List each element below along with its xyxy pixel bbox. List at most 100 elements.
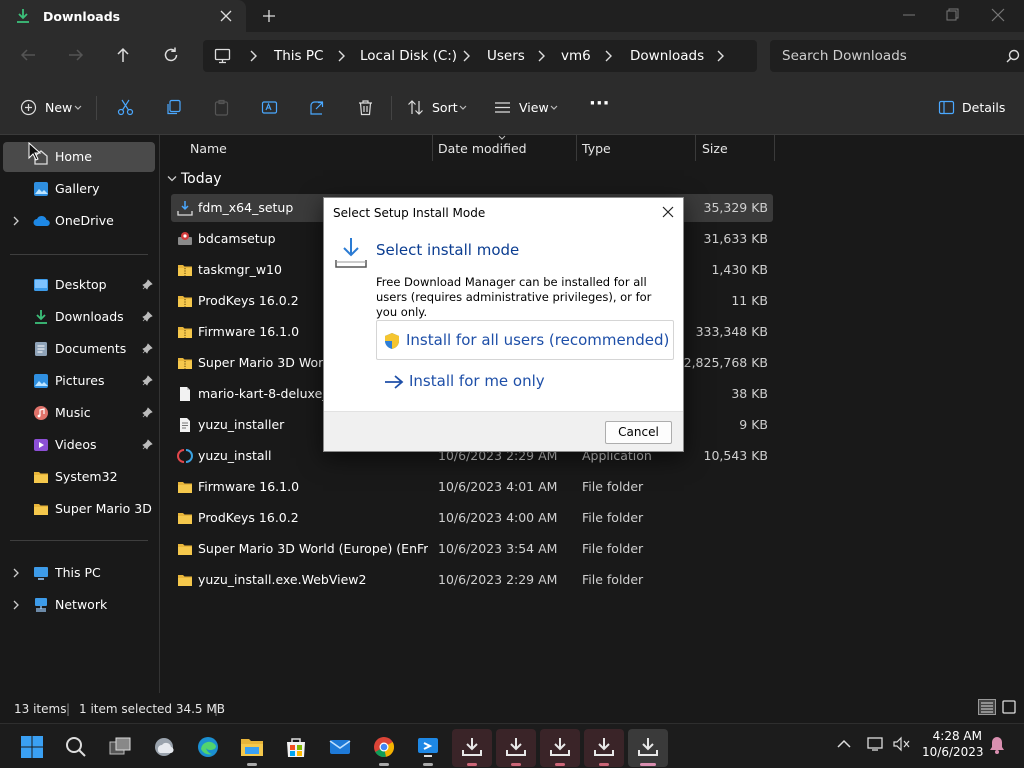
new-button[interactable]: New — [45, 100, 72, 115]
large-icons-view-icon[interactable] — [1001, 699, 1017, 715]
minimize-icon[interactable] — [902, 8, 916, 22]
sidebar-item-downloads[interactable]: Downloads — [3, 302, 155, 332]
sidebar-item-system32[interactable]: System32 — [3, 462, 155, 492]
close-tab-icon[interactable] — [218, 8, 234, 24]
microsoft-store-icon[interactable] — [276, 729, 316, 767]
copy-icon[interactable] — [165, 99, 182, 116]
running-indicator — [511, 763, 521, 766]
cut-icon[interactable] — [117, 99, 134, 116]
cancel-button[interactable]: Cancel — [605, 421, 672, 444]
table-row[interactable]: yuzu_install.exe.WebView2 10/6/2023 2:29 … — [171, 566, 773, 594]
column-separator[interactable] — [695, 135, 696, 161]
remote-desktop-icon[interactable] — [408, 729, 448, 767]
clock-time[interactable]: 4:28 AM — [926, 729, 982, 743]
search-taskbar-icon[interactable] — [56, 729, 96, 767]
taskbar-installer-2[interactable] — [496, 729, 536, 767]
mail-icon[interactable] — [320, 729, 360, 767]
notification-bell-icon[interactable] — [989, 736, 1005, 754]
task-view-icon[interactable] — [100, 729, 140, 767]
chevron-right-icon[interactable] — [12, 600, 20, 610]
rename-icon[interactable] — [261, 99, 278, 116]
breadcrumb-local-disk[interactable]: Local Disk (C:) — [360, 48, 457, 64]
details-button[interactable]: Details — [962, 100, 1005, 115]
file-explorer-icon[interactable] — [232, 729, 272, 767]
dialog-heading: Select install mode — [376, 241, 520, 259]
forward-arrow-icon[interactable] — [67, 46, 85, 64]
sidebar-item-home[interactable]: Home — [3, 142, 155, 172]
taskbar: 4:28 AM 10/6/2023 — [0, 723, 1024, 768]
address-bar[interactable]: This PC Local Disk (C:) Users vm6 Downlo… — [203, 40, 757, 72]
breadcrumb-users[interactable]: Users — [487, 48, 525, 64]
column-header-name[interactable]: Name — [190, 141, 227, 156]
sidebar-item-this-pc[interactable]: This PC — [3, 558, 155, 588]
install-me-only-button[interactable]: Install for me only — [376, 370, 674, 394]
taskbar-installer-5[interactable] — [628, 729, 668, 767]
start-button[interactable] — [12, 729, 52, 767]
table-row[interactable]: Super Mario 3D World (Europe) (EnFrDeE..… — [171, 535, 773, 563]
breadcrumb-downloads[interactable]: Downloads — [630, 48, 704, 64]
table-row[interactable]: Firmware 16.1.0 10/6/2023 4:01 AM File fol… — [171, 473, 773, 501]
delete-icon[interactable] — [357, 99, 374, 116]
zip-folder-icon — [177, 293, 193, 309]
sort-button[interactable]: Sort — [432, 100, 458, 115]
search-input[interactable]: Search Downloads — [770, 40, 1024, 72]
sidebar-divider — [10, 254, 148, 255]
volume-muted-icon[interactable] — [893, 736, 911, 752]
column-separator[interactable] — [576, 135, 577, 161]
taskbar-installer-3[interactable] — [540, 729, 580, 767]
document-icon — [33, 341, 49, 357]
close-window-icon[interactable] — [991, 8, 1005, 22]
file-type: File folder — [582, 541, 644, 556]
view-icon[interactable] — [494, 99, 511, 116]
view-button[interactable]: View — [519, 100, 549, 115]
chrome-icon[interactable] — [364, 729, 404, 767]
chevron-right-icon — [603, 50, 613, 62]
chevron-right-icon[interactable] — [12, 216, 20, 226]
display-network-icon[interactable] — [867, 736, 885, 752]
sidebar-item-documents[interactable]: Documents — [3, 334, 155, 364]
table-row[interactable]: ProdKeys 16.0.2 10/6/2023 4:00 AM File fol… — [171, 504, 773, 532]
details-pane-icon[interactable] — [938, 99, 955, 116]
refresh-icon[interactable] — [162, 46, 180, 64]
breadcrumb-vm6[interactable]: vm6 — [561, 48, 591, 64]
maximize-icon[interactable] — [946, 8, 960, 22]
paste-icon[interactable] — [213, 99, 230, 116]
sidebar-item-gallery[interactable]: Gallery — [3, 174, 155, 204]
install-download-icon — [334, 236, 368, 270]
edge-icon[interactable] — [188, 729, 228, 767]
column-header-date[interactable]: Date modified — [438, 141, 527, 156]
dialog-footer: Cancel — [324, 411, 683, 451]
sidebar-item-pictures[interactable]: Pictures — [3, 366, 155, 396]
chevron-right-icon[interactable] — [12, 568, 20, 578]
sort-icon[interactable] — [407, 99, 424, 116]
new-plus-icon[interactable] — [20, 99, 37, 116]
taskbar-installer-1[interactable] — [452, 729, 492, 767]
column-header-size[interactable]: Size — [702, 141, 728, 156]
up-arrow-icon[interactable] — [114, 46, 132, 64]
sidebar-item-onedrive[interactable]: OneDrive — [3, 206, 155, 236]
taskbar-installer-4[interactable] — [584, 729, 624, 767]
sidebar-item-super-mario[interactable]: Super Mario 3D World (Europe) — [3, 494, 155, 524]
close-icon[interactable] — [661, 205, 675, 219]
tab-title: Downloads — [43, 9, 121, 24]
more-options-icon[interactable]: ··· — [589, 93, 610, 114]
install-all-users-button[interactable]: Install for all users (recommended) — [376, 320, 674, 360]
column-header-type[interactable]: Type — [582, 141, 611, 156]
column-separator[interactable] — [432, 135, 433, 161]
sidebar-item-videos[interactable]: Videos — [3, 430, 155, 460]
column-separator[interactable] — [774, 135, 775, 161]
weather-icon[interactable] — [144, 729, 184, 767]
clock-date[interactable]: 10/6/2023 — [922, 745, 984, 759]
text-file-icon — [177, 417, 193, 433]
new-tab-icon[interactable] — [261, 8, 277, 24]
sidebar-item-desktop[interactable]: Desktop — [3, 270, 155, 300]
tab-downloads[interactable]: Downloads — [0, 0, 246, 32]
back-arrow-icon[interactable] — [19, 46, 37, 64]
sidebar-item-music[interactable]: Music — [3, 398, 155, 428]
breadcrumb-this-pc[interactable]: This PC — [274, 48, 323, 64]
details-view-icon[interactable] — [978, 699, 996, 715]
share-icon[interactable] — [309, 99, 326, 116]
chevron-up-icon[interactable] — [837, 739, 851, 749]
file-type: File folder — [582, 510, 644, 525]
sidebar-item-network[interactable]: Network — [3, 590, 155, 620]
